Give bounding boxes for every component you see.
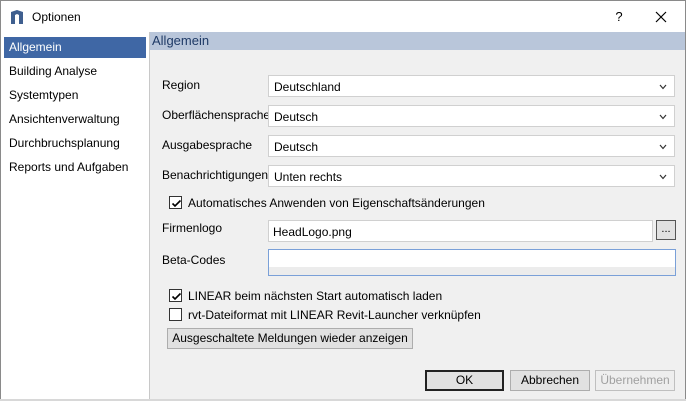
cancel-button[interactable]: Abbrechen xyxy=(510,370,590,391)
show-hidden-messages-button[interactable]: Ausgeschaltete Meldungen wieder anzeigen xyxy=(167,328,413,349)
checkmark-icon xyxy=(171,199,182,208)
output-language-label: Ausgabesprache xyxy=(162,138,253,152)
section-title: Allgemein xyxy=(150,32,685,50)
beta-codes-label: Beta-Codes xyxy=(162,253,226,267)
nav-item-ansichtenverwaltung[interactable]: Ansichtenverwaltung xyxy=(4,109,146,130)
notifications-label: Benachrichtigungen xyxy=(162,168,269,182)
surface-language-select[interactable]: Deutsch xyxy=(268,105,675,127)
auto-apply-checkbox[interactable] xyxy=(169,196,182,209)
beta-codes-scroll-area xyxy=(269,267,675,275)
browse-button[interactable]: ... xyxy=(656,220,676,240)
rvt-link-checkbox[interactable] xyxy=(169,308,182,321)
nav-item-systemtypen[interactable]: Systemtypen xyxy=(4,85,146,106)
company-logo-input[interactable]: HeadLogo.png xyxy=(268,220,653,242)
output-language-select[interactable]: Deutsch xyxy=(268,135,675,157)
title-bar: Optionen ? xyxy=(1,1,685,32)
notifications-select[interactable]: Unten rechts xyxy=(268,165,675,187)
company-logo-value: HeadLogo.png xyxy=(273,225,352,239)
region-select[interactable]: Deutschland xyxy=(268,75,675,97)
chevron-down-icon xyxy=(659,174,667,180)
surface-language-value: Deutsch xyxy=(274,110,319,124)
rvt-link-label: rvt-Dateiformat mit LINEAR Revit-Launche… xyxy=(188,308,481,322)
category-nav: Allgemein Building Analyse Systemtypen A… xyxy=(1,32,150,400)
apply-button[interactable]: Übernehmen xyxy=(595,370,675,391)
help-button[interactable]: ? xyxy=(607,7,631,27)
chevron-down-icon xyxy=(659,114,667,120)
linear-app-icon xyxy=(11,10,23,24)
window-title: Optionen xyxy=(32,10,81,24)
nav-item-durchbruchsplanung[interactable]: Durchbruchsplanung xyxy=(4,133,146,154)
nav-item-building-analyse[interactable]: Building Analyse xyxy=(4,61,146,82)
nav-item-allgemein[interactable]: Allgemein xyxy=(4,37,146,58)
nav-item-reports-und-aufgaben[interactable]: Reports und Aufgaben xyxy=(4,157,146,178)
chevron-down-icon xyxy=(659,84,667,90)
beta-codes-input[interactable] xyxy=(268,249,676,276)
auto-apply-label: Automatisches Anwenden von Eigenschaftsä… xyxy=(188,196,485,210)
region-value: Deutschland xyxy=(274,80,341,94)
company-logo-label: Firmenlogo xyxy=(162,221,223,235)
output-language-value: Deutsch xyxy=(274,140,319,154)
close-icon[interactable] xyxy=(649,7,673,27)
checkmark-icon xyxy=(171,292,182,301)
region-label: Region xyxy=(162,78,201,92)
surface-language-label: Oberflächensprache xyxy=(162,108,271,122)
notifications-value: Unten rechts xyxy=(274,170,343,184)
auto-load-checkbox[interactable] xyxy=(169,289,182,302)
options-dialog: Optionen ? Allgemein Building Analyse Sy… xyxy=(0,0,686,401)
chevron-down-icon xyxy=(659,144,667,150)
auto-load-label: LINEAR beim nächsten Start automatisch l… xyxy=(188,289,443,303)
ok-button[interactable]: OK xyxy=(425,370,504,391)
